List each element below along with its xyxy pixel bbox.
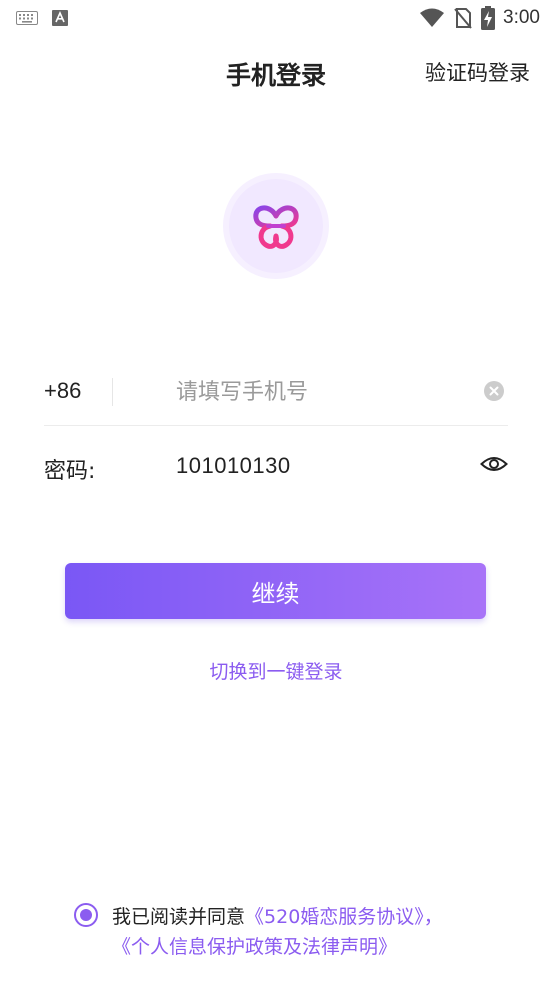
status-bar: 3:00 — [0, 0, 552, 38]
agreement-prefix: 我已阅读并同意 — [112, 906, 246, 928]
wifi-icon — [420, 8, 445, 27]
verification-code-login-link[interactable]: 验证码登录 — [425, 57, 530, 87]
password-label: 密码: — [44, 459, 96, 484]
one-key-login-link[interactable]: 切换到一键登录 — [0, 657, 552, 684]
country-code[interactable]: +86 — [44, 378, 81, 404]
agreement-radio[interactable] — [74, 903, 98, 927]
status-bar-right: 3:00 — [419, 6, 540, 30]
continue-button[interactable]: 继续 — [65, 563, 486, 619]
app-logo — [223, 173, 329, 279]
agreement-separator: ， — [423, 906, 443, 928]
app-logo-inner — [229, 179, 323, 273]
status-bar-left — [16, 10, 68, 26]
service-agreement-link[interactable]: 《520婚恋服务协议》 — [245, 906, 424, 928]
header: 手机登录 验证码登录 — [0, 50, 552, 94]
keyboard-icon — [16, 11, 38, 25]
divider — [112, 378, 113, 406]
agreement-line-1: 我已阅读并同意《520婚恋服务协议》， — [112, 902, 443, 929]
text-a-icon — [52, 10, 68, 26]
heart-knot-logo-icon — [253, 205, 299, 249]
phone-input[interactable] — [176, 374, 466, 410]
phone-row: +86 — [44, 360, 508, 426]
password-input[interactable] — [176, 448, 466, 484]
no-sim-icon — [454, 8, 472, 29]
status-time: 3:00 — [503, 7, 540, 28]
radio-checked-dot — [80, 909, 92, 921]
privacy-policy-link[interactable]: 《个人信息保护政策及法律声明》 — [112, 932, 397, 959]
password-row: 密码: — [44, 436, 508, 496]
clear-icon[interactable] — [484, 381, 504, 401]
eye-icon[interactable] — [480, 454, 508, 474]
battery-charging-icon — [481, 6, 496, 30]
